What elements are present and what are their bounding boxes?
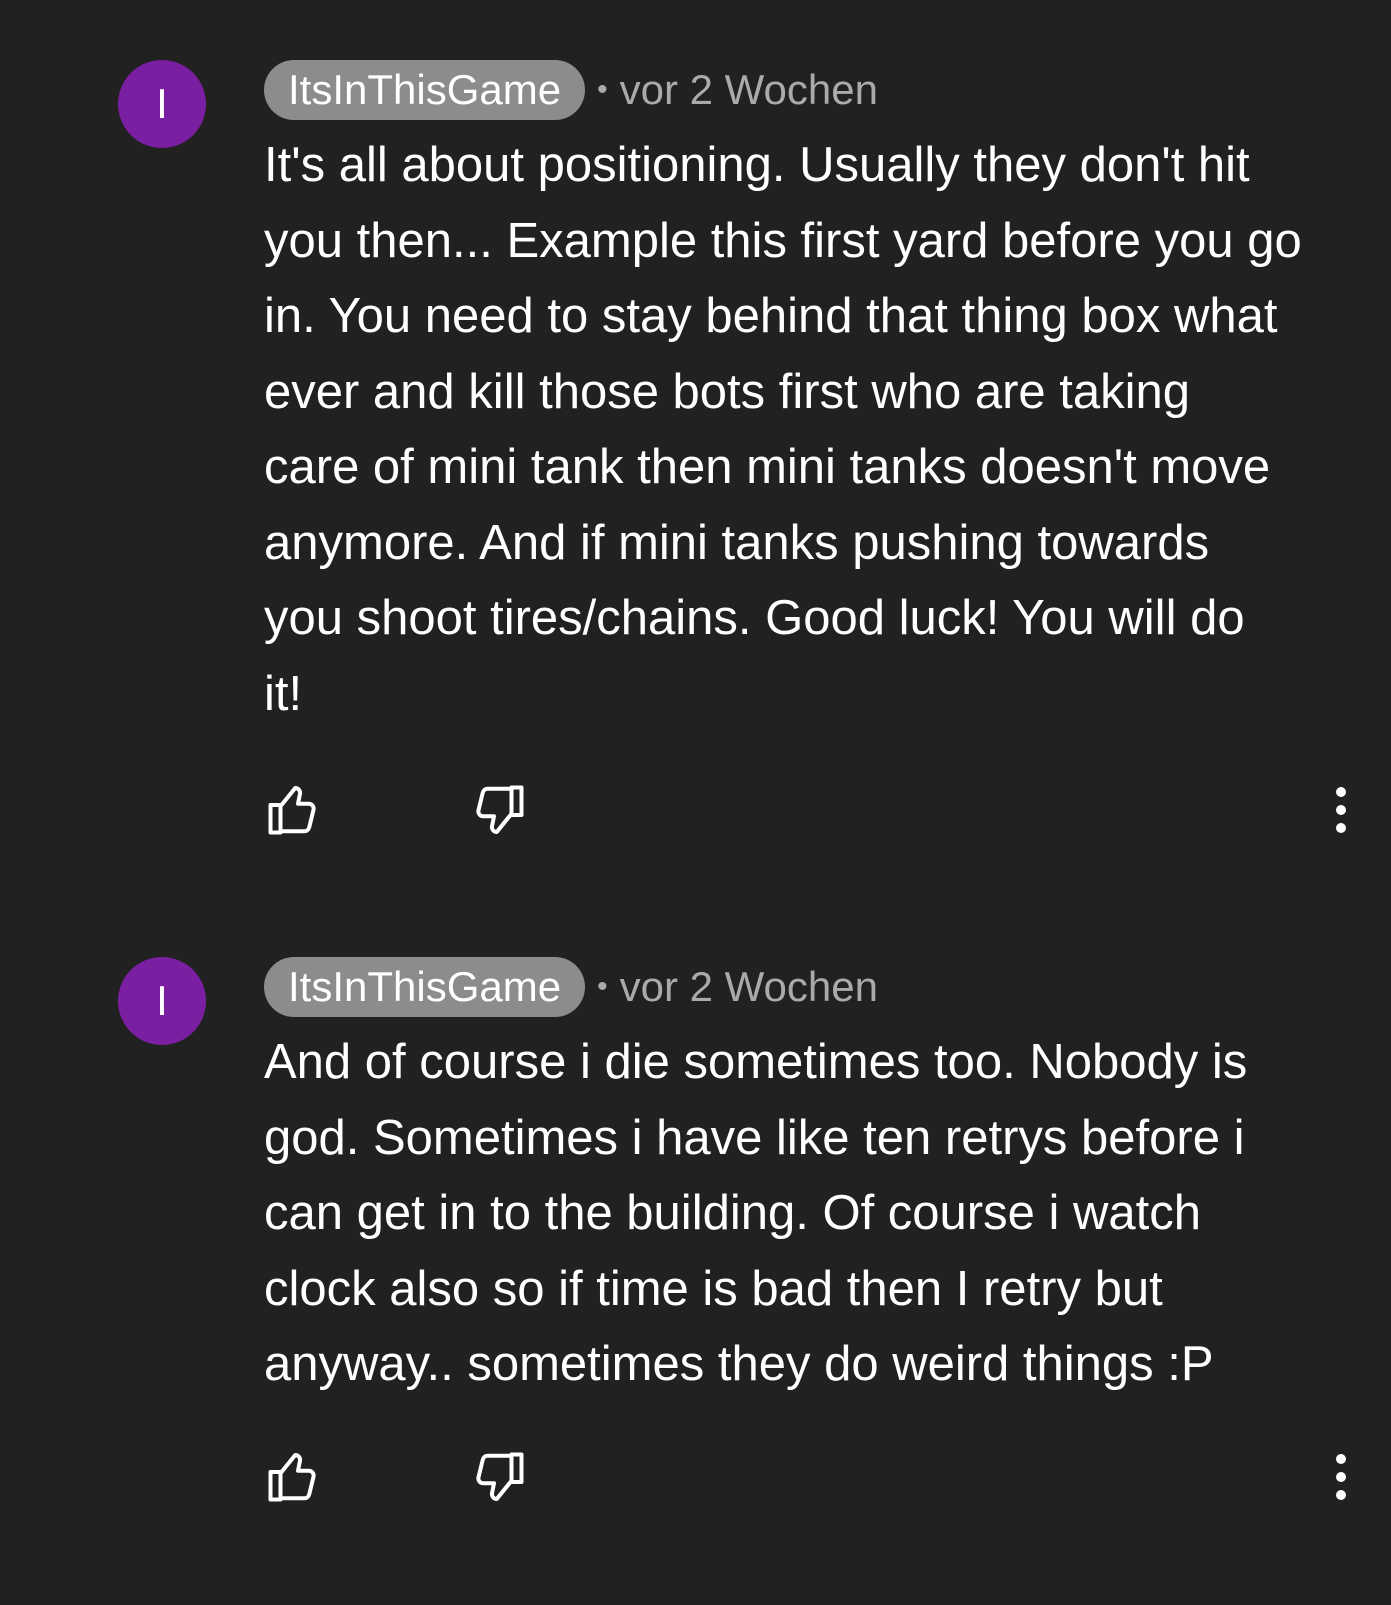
comment-text: And of course i die sometimes too. Nobod… [264,1025,1364,1403]
comment-line: ever and kill those bots first who are t… [264,364,1191,419]
author-name[interactable]: ItsInThisGame [264,957,586,1017]
comment: I ItsInThisGame • vor 2 Wochen And of co… [0,957,1391,1557]
comment-line: in. You need to stay behind that thing b… [264,289,1278,343]
more-vertical-icon [1336,787,1346,833]
like-button[interactable] [263,1447,323,1507]
more-options-button[interactable] [1318,780,1364,840]
comment-line: you shoot tires/chains. Good luck! You w… [264,591,1245,645]
thumb-down-icon [476,1452,524,1501]
like-button[interactable] [263,780,323,840]
more-vertical-icon [1336,1454,1346,1500]
thumb-up-icon [268,786,316,835]
thumb-down-icon [476,785,524,834]
comment-text: It's all about positioning. Usually they… [264,128,1364,732]
comment-line: anymore. And if mini tanks pushing towar… [264,515,1210,570]
comment-line: it! [264,666,303,721]
dislike-button[interactable] [469,1447,529,1507]
more-options-button[interactable] [1318,1447,1364,1507]
comment-thread: I ItsInThisGame • vor 2 Wochen It's all … [0,0,1391,1605]
comment-line: anyway.. sometimes they do weird things … [264,1337,1214,1391]
comment-line: clock also so if time is bad then I retr… [264,1261,1163,1316]
comment-line: care of mini tank then mini tanks doesn'… [264,440,1271,494]
meta-separator: • [597,970,608,1003]
comment-timestamp[interactable]: vor 2 Wochen [620,963,878,1011]
thumb-up-icon [268,1453,316,1502]
comment-line: And of course i die sometimes too. Nobod… [264,1035,1248,1089]
author-name[interactable]: ItsInThisGame [264,60,586,120]
comment-header: ItsInThisGame • vor 2 Wochen [264,957,878,1017]
comment-timestamp[interactable]: vor 2 Wochen [620,66,878,114]
comment-line: god. Sometimes i have like ten retrys be… [264,1110,1245,1165]
comment-actions [0,1447,1391,1507]
comment-line: It's all about positioning. Usually they… [264,138,1250,192]
avatar[interactable]: I [118,957,206,1045]
dislike-button[interactable] [469,780,529,840]
comment-line: you then... Example this first yard befo… [264,213,1302,268]
comment: I ItsInThisGame • vor 2 Wochen It's all … [0,60,1391,860]
comment-header: ItsInThisGame • vor 2 Wochen [264,60,878,120]
comment-line: can get in to the building. Of course i … [264,1186,1201,1240]
avatar[interactable]: I [118,60,206,148]
comment-actions [0,780,1391,840]
meta-separator: • [597,73,608,106]
